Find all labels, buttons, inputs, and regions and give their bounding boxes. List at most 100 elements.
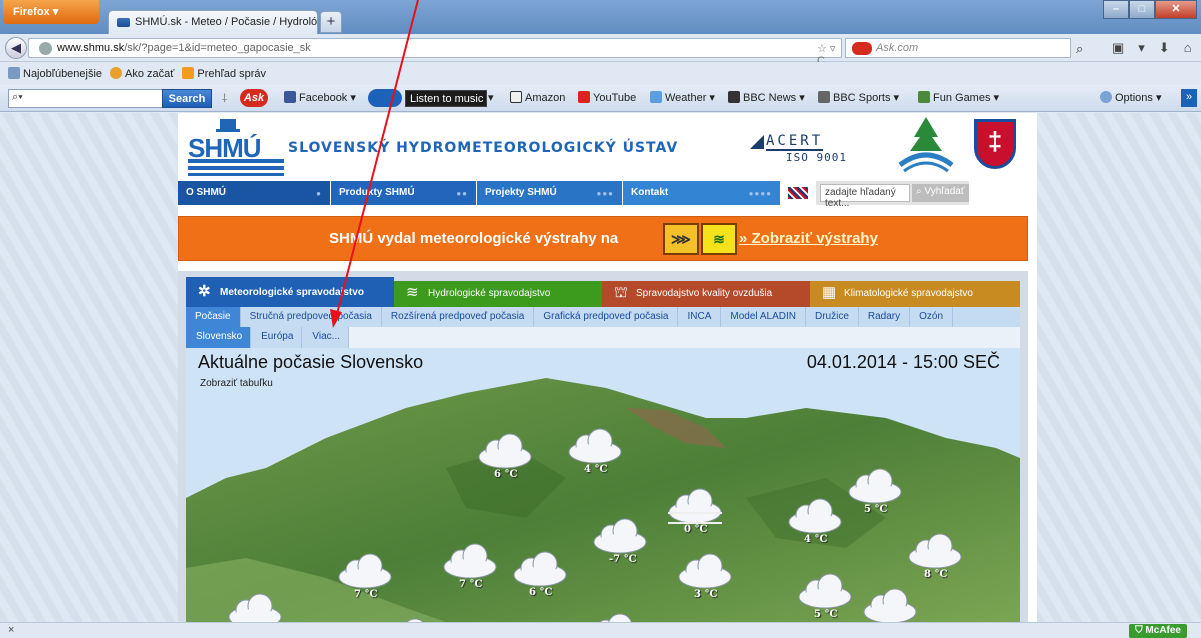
games-icon — [918, 91, 930, 103]
site-search: zadajte hľadaný text... ⌕ Vyhľadať — [816, 181, 969, 209]
tab-title: SHMÚ.sk - Meteo / Počasie / Hydrológia..… — [135, 16, 318, 28]
subtab-inca[interactable]: INCA — [678, 307, 722, 327]
bbc-news-button[interactable]: BBC News ▾ — [728, 91, 805, 104]
subtab-graficka-predpoved[interactable]: Grafická predpoveď počasia — [534, 307, 679, 327]
cloud-icon — [568, 428, 622, 464]
browser-tab[interactable]: SHMÚ.sk - Meteo / Počasie / Hydrológia..… — [108, 10, 318, 34]
facebook-button[interactable]: Facebook ▾ — [284, 91, 356, 104]
region-slovensko[interactable]: Slovensko — [186, 327, 252, 348]
station-temperature: 6 °C — [494, 469, 518, 480]
cloud-icon — [338, 553, 392, 589]
firefox-menu-button[interactable]: Firefox ▾ — [3, 0, 99, 24]
snowflake-icon: ✲ — [198, 283, 211, 300]
mcafee-badge[interactable]: ⛉ McAfee — [1129, 624, 1187, 638]
logo-text: SHMÚ — [188, 133, 262, 163]
youtube-icon — [578, 91, 590, 103]
tab-klimatologicke[interactable]: ▦ Klimatologické spravodajstvo — [810, 281, 1020, 307]
bookmark-item[interactable]: Ako začať — [110, 67, 174, 80]
show-warnings-link[interactable]: » Zobraziť výstrahy — [739, 230, 878, 247]
nav-item-kontakt[interactable]: Kontakt ●●●● — [622, 181, 780, 205]
iso-text: ISO 9001 — [786, 151, 847, 164]
cloud-icon — [788, 498, 842, 534]
region-europa[interactable]: Európa — [251, 327, 303, 348]
minimize-icon[interactable]: – — [1103, 0, 1129, 19]
new-tab-button[interactable]: + — [320, 11, 342, 33]
warning-banner: SHMÚ vydal meteorologické výstrahy na ⋙ … — [178, 216, 1028, 261]
bookmark-item[interactable]: Najobľúbenejšie — [8, 67, 102, 80]
station-temperature: 6 °C — [529, 587, 553, 598]
station-temperature: 4 °C — [804, 534, 828, 545]
amazon-icon — [510, 91, 522, 103]
station-temperature: 5 °C — [864, 504, 888, 515]
toolbar-tools[interactable]: ▣▾⬇⌂ — [1112, 40, 1201, 56]
maximize-icon[interactable]: □ — [1129, 0, 1155, 19]
bbc-icon — [728, 91, 740, 103]
site-identity-icon[interactable] — [39, 42, 52, 55]
english-flag-icon[interactable] — [788, 187, 808, 199]
station-temperature: 5 °C — [814, 609, 838, 620]
chimney-icon: ⛫ — [614, 284, 628, 301]
bbc-sports-button[interactable]: BBC Sports ▾ — [818, 91, 899, 104]
cloud-icon — [863, 588, 917, 622]
search-placeholder: Ask.com — [876, 42, 919, 54]
search-magnifier-icon: ⌕▾ — [12, 91, 23, 103]
firefox-icon — [110, 67, 123, 79]
ask-toolbar: ⌕▾ Search ⸸ Ask Facebook ▾ Listen to mus… — [0, 85, 1201, 112]
listen-to-music-button[interactable]: Listen to music — [405, 90, 487, 107]
ask-logo-icon[interactable]: Ask — [240, 89, 268, 107]
slovak-coat-of-arms-icon: ‡ — [974, 119, 1016, 169]
subtab-model-aladin[interactable]: Model ALADIN — [721, 307, 806, 327]
tab-meteorologicke[interactable]: ✲ Meteorologické spravodajstvo — [186, 277, 394, 307]
back-arrow-icon[interactable]: ◀ — [5, 37, 27, 59]
subtab-rozsirena-predpoved[interactable]: Rozšírená predpoveď počasia — [382, 307, 535, 327]
media-controls[interactable] — [368, 89, 402, 107]
ministry-logo-icon[interactable] — [896, 115, 956, 175]
tab-kvalita-ovzdusia[interactable]: ⛫ Spravodajstvo kvality ovzdušia — [602, 281, 810, 307]
url-bar[interactable]: www.shmu.sk/sk/?page=1&id=meteo_gapocasi… — [28, 38, 842, 67]
site-search-button[interactable]: ⌕ Vyhľadať — [912, 184, 969, 202]
web-page: SHMÚ SLOVENSKÝ HYDROMETEOROLOGICKÝ ÚSTAV… — [0, 113, 1201, 622]
station-temperature: -7 °C — [609, 554, 637, 565]
waves-icon: ≋ — [406, 284, 419, 301]
station-temperature: 3 °C — [694, 589, 718, 600]
search-input[interactable]: Ask.com — [845, 38, 1071, 58]
tab-hydrologicke[interactable]: ≋ Hydrologické spravodajstvo — [394, 281, 602, 307]
youtube-button[interactable]: YouTube — [578, 91, 636, 104]
subtab-radary[interactable]: Radary — [859, 307, 911, 327]
show-table-link[interactable]: Zobraziť tabuľku — [200, 378, 273, 389]
subtab-strucna-predpoved[interactable]: Stručná predpoveď počasia — [241, 307, 382, 327]
rss-icon — [182, 67, 195, 79]
wind-warning-icon[interactable]: ⋙ — [663, 223, 699, 255]
ask-search-input[interactable]: ⌕▾ — [8, 89, 163, 108]
subtab-ozon[interactable]: Ozón — [910, 307, 954, 327]
close-icon[interactable]: ✕ — [1155, 0, 1197, 19]
chevron-more-icon[interactable]: » — [1181, 89, 1197, 107]
weather-button[interactable]: Weather ▾ — [650, 91, 715, 104]
map-title: Aktuálne počasie Slovensko — [198, 352, 424, 372]
nav-item-projekty[interactable]: Projekty SHMÚ ●●● — [476, 181, 622, 205]
acert-iso-badge: ACERT ISO 9001 — [750, 133, 880, 169]
url-host: www.shmu.sk — [57, 42, 125, 54]
options-button[interactable]: Options ▾ — [1100, 91, 1162, 104]
ask-engine-icon[interactable] — [852, 42, 872, 55]
subtab-pocasie[interactable]: Počasie — [186, 307, 241, 327]
close-icon[interactable]: × — [8, 624, 14, 636]
subtab-druzice[interactable]: Družice — [806, 307, 859, 327]
nav-item-o-shmu[interactable]: O SHMÚ ● — [178, 181, 330, 205]
content-panel: ✲ Meteorologické spravodajstvo ≋ Hydrologi… — [178, 271, 1028, 622]
site-search-input[interactable]: zadajte hľadaný text... — [820, 184, 910, 209]
search-magnifier-icon[interactable]: ⌕ — [1076, 41, 1083, 57]
amazon-button[interactable]: Amazon — [510, 91, 565, 104]
site-title: SLOVENSKÝ HYDROMETEOROLOGICKÝ ÚSTAV — [288, 140, 679, 156]
weather-map: Aktuálne počasie Slovensko 04.01.2014 - … — [186, 348, 1020, 622]
nav-item-produkty[interactable]: Produkty SHMÚ ●● — [330, 181, 476, 205]
bookmark-item[interactable]: Prehľad správ — [182, 67, 266, 80]
ask-search-button[interactable]: Search — [162, 89, 212, 108]
region-viac[interactable]: Viac... — [302, 327, 349, 348]
station-temperature: 7 °C — [459, 579, 483, 590]
fun-games-button[interactable]: Fun Games ▾ — [918, 91, 999, 104]
flood-warning-icon[interactable]: ≋ — [701, 223, 737, 255]
dropdown-arrow-icon[interactable]: ▾ — [488, 91, 494, 104]
shmu-logo[interactable]: SHMÚ — [188, 119, 284, 177]
divider-icon: ⸸ — [222, 93, 228, 105]
